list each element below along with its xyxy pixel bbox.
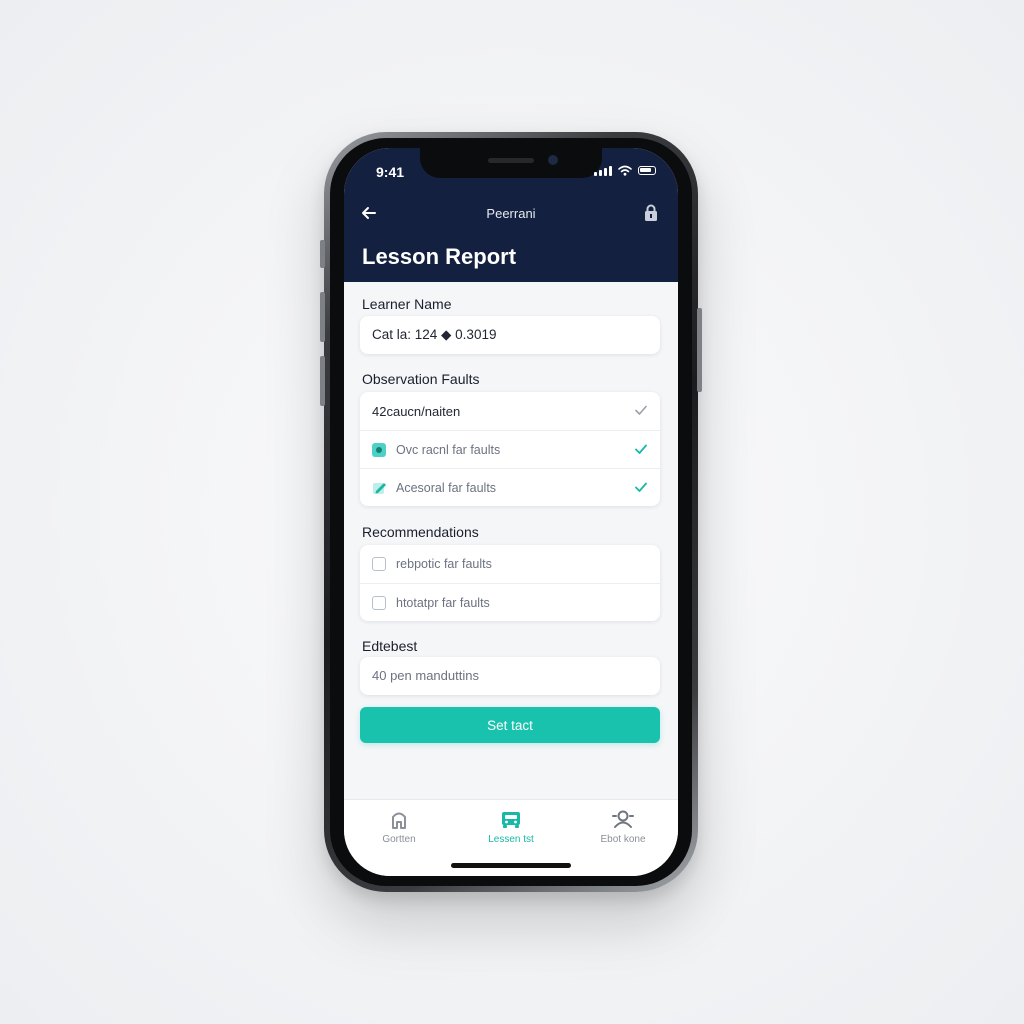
- front-camera: [548, 155, 558, 165]
- edtebest-field[interactable]: 40 pen manduttins: [360, 657, 660, 695]
- app-header: 9:41 Peerrani Lesson Report: [344, 148, 678, 282]
- report-form: Learner Name Cat la: 124 ◆ 0.3019 Observ…: [344, 282, 678, 802]
- tab-label: Lessen tst: [488, 834, 534, 845]
- phone-frame: 9:41 Peerrani Lesson Report Learner Name…: [320, 132, 702, 892]
- observation-item-label: 42caucn/naiten: [372, 403, 461, 419]
- check-icon: [635, 482, 647, 492]
- recommendation-item[interactable]: rebpotic far faults: [360, 545, 660, 583]
- check-icon: [635, 405, 647, 415]
- recommendation-item[interactable]: htotatpr far faults: [360, 583, 660, 621]
- nav-title: Peerrani: [486, 206, 536, 221]
- observation-item[interactable]: Ovc racnl far faults: [360, 430, 660, 468]
- observation-faults-list: 42caucn/naiten Ovc racnl far faults Aces…: [360, 392, 660, 506]
- lock-icon[interactable]: [642, 204, 660, 222]
- recommendations-label: Recommendations: [362, 524, 479, 540]
- battery-icon: [638, 166, 656, 175]
- silent-switch: [320, 240, 325, 268]
- observation-faults-label: Observation Faults: [362, 371, 480, 387]
- tab-label: Ebot kone: [600, 834, 646, 845]
- observation-item-label: Acesoral far faults: [396, 480, 497, 495]
- tab-profile[interactable]: Ebot kone: [568, 808, 678, 845]
- submit-button[interactable]: Set tact: [360, 707, 660, 743]
- recommendation-item-label: rebpotic far faults: [396, 557, 492, 571]
- observation-item[interactable]: Acesoral far faults: [360, 468, 660, 506]
- edtebest-placeholder: 40 pen manduttins: [372, 668, 479, 683]
- learner-name-label: Learner Name: [362, 296, 452, 312]
- app-screen: 9:41 Peerrani Lesson Report Learner Name…: [344, 148, 678, 876]
- checkbox-empty-icon[interactable]: [372, 557, 386, 571]
- observation-item-label: Ovc racnl far faults: [396, 442, 501, 457]
- recommendation-item-label: htotatpr far faults: [396, 595, 490, 610]
- power-button: [697, 308, 702, 392]
- status-time: 9:41: [376, 164, 405, 180]
- tab-bar: Gortten Lessen tst Ebot kone: [344, 799, 678, 876]
- tab-lesson[interactable]: Lessen tst: [456, 808, 566, 845]
- status-icons: [594, 165, 656, 176]
- observation-item[interactable]: 42caucn/naiten: [360, 392, 660, 430]
- volume-up-button: [320, 292, 325, 342]
- edtebest-label: Edtebest: [362, 638, 418, 654]
- profile-icon: [612, 810, 634, 828]
- tab-label: Gortten: [382, 834, 416, 845]
- recommendations-list: rebpotic far faults htotatpr far faults: [360, 545, 660, 621]
- speaker: [488, 158, 534, 163]
- home-indicator: [451, 863, 571, 868]
- learner-name-field[interactable]: Cat la: 124 ◆ 0.3019: [360, 316, 660, 354]
- car-icon: [502, 812, 520, 828]
- volume-down-button: [320, 356, 325, 406]
- notch: [420, 148, 602, 178]
- page-title: Lesson Report: [362, 244, 517, 269]
- checkbox-checked-icon[interactable]: [372, 442, 386, 457]
- wifi-icon: [618, 165, 632, 176]
- home-icon: [392, 812, 406, 829]
- signal-icon: [594, 165, 612, 176]
- checkbox-empty-icon[interactable]: [372, 595, 386, 610]
- check-icon: [635, 444, 647, 454]
- learner-name-value: Cat la: 124 ◆ 0.3019: [372, 327, 497, 342]
- stage: 9:41 Peerrani Lesson Report Learner Name…: [0, 0, 1024, 1024]
- edit-pencil-icon[interactable]: [372, 481, 388, 495]
- tab-home[interactable]: Gortten: [344, 808, 454, 845]
